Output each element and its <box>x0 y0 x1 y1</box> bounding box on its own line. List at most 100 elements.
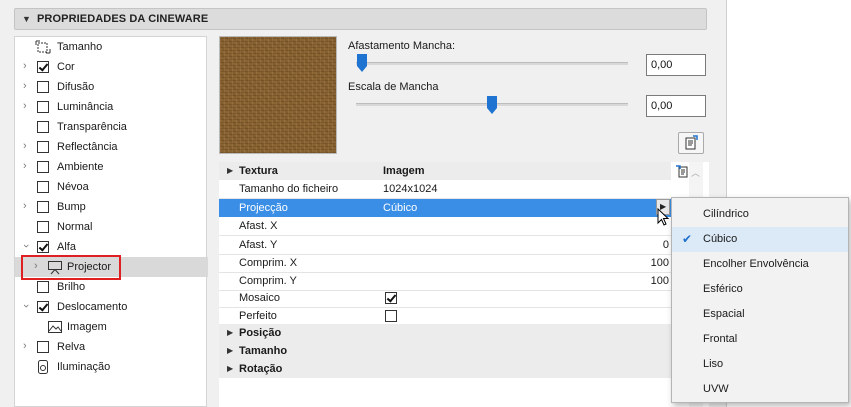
tree-item-label: Brilho <box>57 281 86 293</box>
luminancia-checkbox[interactable] <box>37 101 49 113</box>
group-label: Tamanho <box>239 345 288 357</box>
tree-item-tamanho[interactable]: Tamanho <box>15 37 208 57</box>
tree-item-difusao[interactable]: › Difusão <box>15 77 208 97</box>
tree-item-imagem[interactable]: Imagem <box>15 317 208 337</box>
transparencia-checkbox[interactable] <box>37 121 49 133</box>
tree-item-label: Alfa <box>57 241 76 253</box>
scale-value-input[interactable] <box>646 95 706 117</box>
header-key: Textura <box>239 165 278 177</box>
check-icon: ✔ <box>682 232 693 246</box>
ambiente-checkbox[interactable] <box>37 161 49 173</box>
menu-item-cilindrico[interactable]: Cilíndrico <box>672 202 848 227</box>
normal-checkbox[interactable] <box>37 221 49 233</box>
scale-slider-thumb[interactable] <box>487 96 497 114</box>
group-label: Posição <box>239 327 282 339</box>
row-value[interactable]: 0 <box>663 239 669 251</box>
texture-preview <box>219 36 337 154</box>
tree-item-nevoa[interactable]: Névoa <box>15 177 208 197</box>
collapse-triangle-icon[interactable]: ▼ <box>22 14 31 24</box>
bump-checkbox[interactable] <box>37 201 49 213</box>
group-row-posicao[interactable]: ▶ Posição <box>219 324 671 342</box>
cor-checkbox[interactable] <box>37 61 49 73</box>
chevron-right-icon[interactable]: › <box>23 80 27 92</box>
offset-value-input[interactable] <box>646 54 706 76</box>
menu-item-encolher-envolvencia[interactable]: Encolher Envolvência <box>672 252 848 277</box>
header-value: Imagem <box>383 165 425 177</box>
table-options-icon[interactable] <box>674 163 690 179</box>
offset-label: Afastamento Mancha: <box>348 40 456 52</box>
tree-item-bump[interactable]: › Bump <box>15 197 208 217</box>
scroll-up-icon[interactable]: ︿ <box>691 166 700 179</box>
menu-item-liso[interactable]: Liso <box>672 352 848 377</box>
tree-item-luminancia[interactable]: › Luminância <box>15 97 208 117</box>
menu-item-esferico[interactable]: Esférico <box>672 277 848 302</box>
mosaico-checkbox[interactable] <box>385 292 397 304</box>
tree-item-relva[interactable]: › Relva <box>15 337 208 357</box>
relva-checkbox[interactable] <box>37 341 49 353</box>
panel-header[interactable]: ▼ PROPRIEDADES DA CINEWARE <box>14 8 707 30</box>
tree-item-iluminacao[interactable]: Iluminação <box>15 357 208 377</box>
menu-item-label: Cúbico <box>703 233 738 245</box>
row-key: Projecção <box>239 202 288 214</box>
offset-slider[interactable] <box>356 62 628 65</box>
nevoa-checkbox[interactable] <box>37 181 49 193</box>
projection-row[interactable]: Projecção Cúbico <box>219 199 671 217</box>
menu-item-label: Liso <box>703 358 724 370</box>
menu-item-uvw[interactable]: UVW <box>672 377 848 402</box>
tree-item-deslocamento[interactable]: › Deslocamento <box>15 297 208 317</box>
tree-item-label: Cor <box>57 61 75 73</box>
reflectancia-checkbox[interactable] <box>37 141 49 153</box>
scale-label: Escala de Mancha <box>348 81 439 93</box>
row-key: Afast. X <box>239 220 278 232</box>
tree-item-transparencia[interactable]: Transparência <box>15 117 208 137</box>
tree-item-alfa[interactable]: › Alfa <box>15 237 208 257</box>
cineware-properties-panel: ▼ PROPRIEDADES DA CINEWARE Tamanho › Cor… <box>0 0 727 407</box>
group-label: Rotação <box>239 363 283 375</box>
deslocamento-checkbox[interactable] <box>37 301 49 313</box>
expand-triangle-icon[interactable]: ▶ <box>227 364 233 373</box>
perfeito-checkbox[interactable] <box>385 310 397 322</box>
expand-triangle-icon[interactable]: ▶ <box>227 346 233 355</box>
table-row: Afast. Y 0 <box>219 236 671 254</box>
chevron-right-icon[interactable]: › <box>23 200 27 212</box>
expand-triangle-icon[interactable]: ▶ <box>227 166 233 175</box>
row-value[interactable]: 100 <box>651 275 669 287</box>
chevron-right-icon[interactable]: › <box>23 140 27 152</box>
alfa-checkbox[interactable] <box>37 241 49 253</box>
chevron-right-icon[interactable]: › <box>23 340 27 352</box>
tree-item-label: Iluminação <box>57 361 111 373</box>
tree-item-label: Névoa <box>57 181 89 193</box>
menu-item-frontal[interactable]: Frontal <box>672 327 848 352</box>
brilho-checkbox[interactable] <box>37 281 49 293</box>
menu-item-label: Encolher Envolvência <box>703 258 809 270</box>
row-value[interactable]: 100 <box>651 257 669 269</box>
tree-item-brilho[interactable]: Brilho <box>15 277 208 297</box>
expand-triangle-icon[interactable]: ▶ <box>227 328 233 337</box>
menu-item-label: Cilíndrico <box>703 208 749 220</box>
menu-item-espacial[interactable]: Espacial <box>672 302 848 327</box>
tree-item-ambiente[interactable]: › Ambiente <box>15 157 208 177</box>
group-row-rotacao[interactable]: ▶ Rotação <box>219 360 671 378</box>
group-row-tamanho[interactable]: ▶ Tamanho <box>219 342 671 360</box>
table-row: Comprim. Y 100 <box>219 272 671 290</box>
chevron-right-icon[interactable]: › <box>23 60 27 72</box>
texture-options-button[interactable] <box>678 132 704 154</box>
table-row: Afast. X <box>219 217 671 235</box>
tree-item-normal[interactable]: Normal <box>15 217 208 237</box>
tree-item-cor[interactable]: › Cor <box>15 57 208 77</box>
offset-slider-thumb[interactable] <box>357 54 367 72</box>
tree-item-label: Luminância <box>57 101 114 113</box>
table-row: Comprim. X 100 <box>219 254 671 272</box>
row-value: 1024x1024 <box>383 183 438 195</box>
menu-item-cubico[interactable]: ✔ Cúbico <box>672 227 848 252</box>
chevron-right-icon[interactable]: › <box>23 100 27 112</box>
difusao-checkbox[interactable] <box>37 81 49 93</box>
chevron-right-icon[interactable]: › <box>23 160 27 172</box>
size-icon <box>35 39 51 55</box>
chevron-down-icon[interactable]: › <box>20 244 32 248</box>
chevron-down-icon[interactable]: › <box>20 304 32 308</box>
tree-item-reflectancia[interactable]: › Reflectância <box>15 137 208 157</box>
row-value[interactable]: Cúbico <box>383 202 417 214</box>
table-header-row[interactable]: ▶ Textura Imagem <box>219 162 671 180</box>
row-key: Comprim. X <box>239 257 298 269</box>
